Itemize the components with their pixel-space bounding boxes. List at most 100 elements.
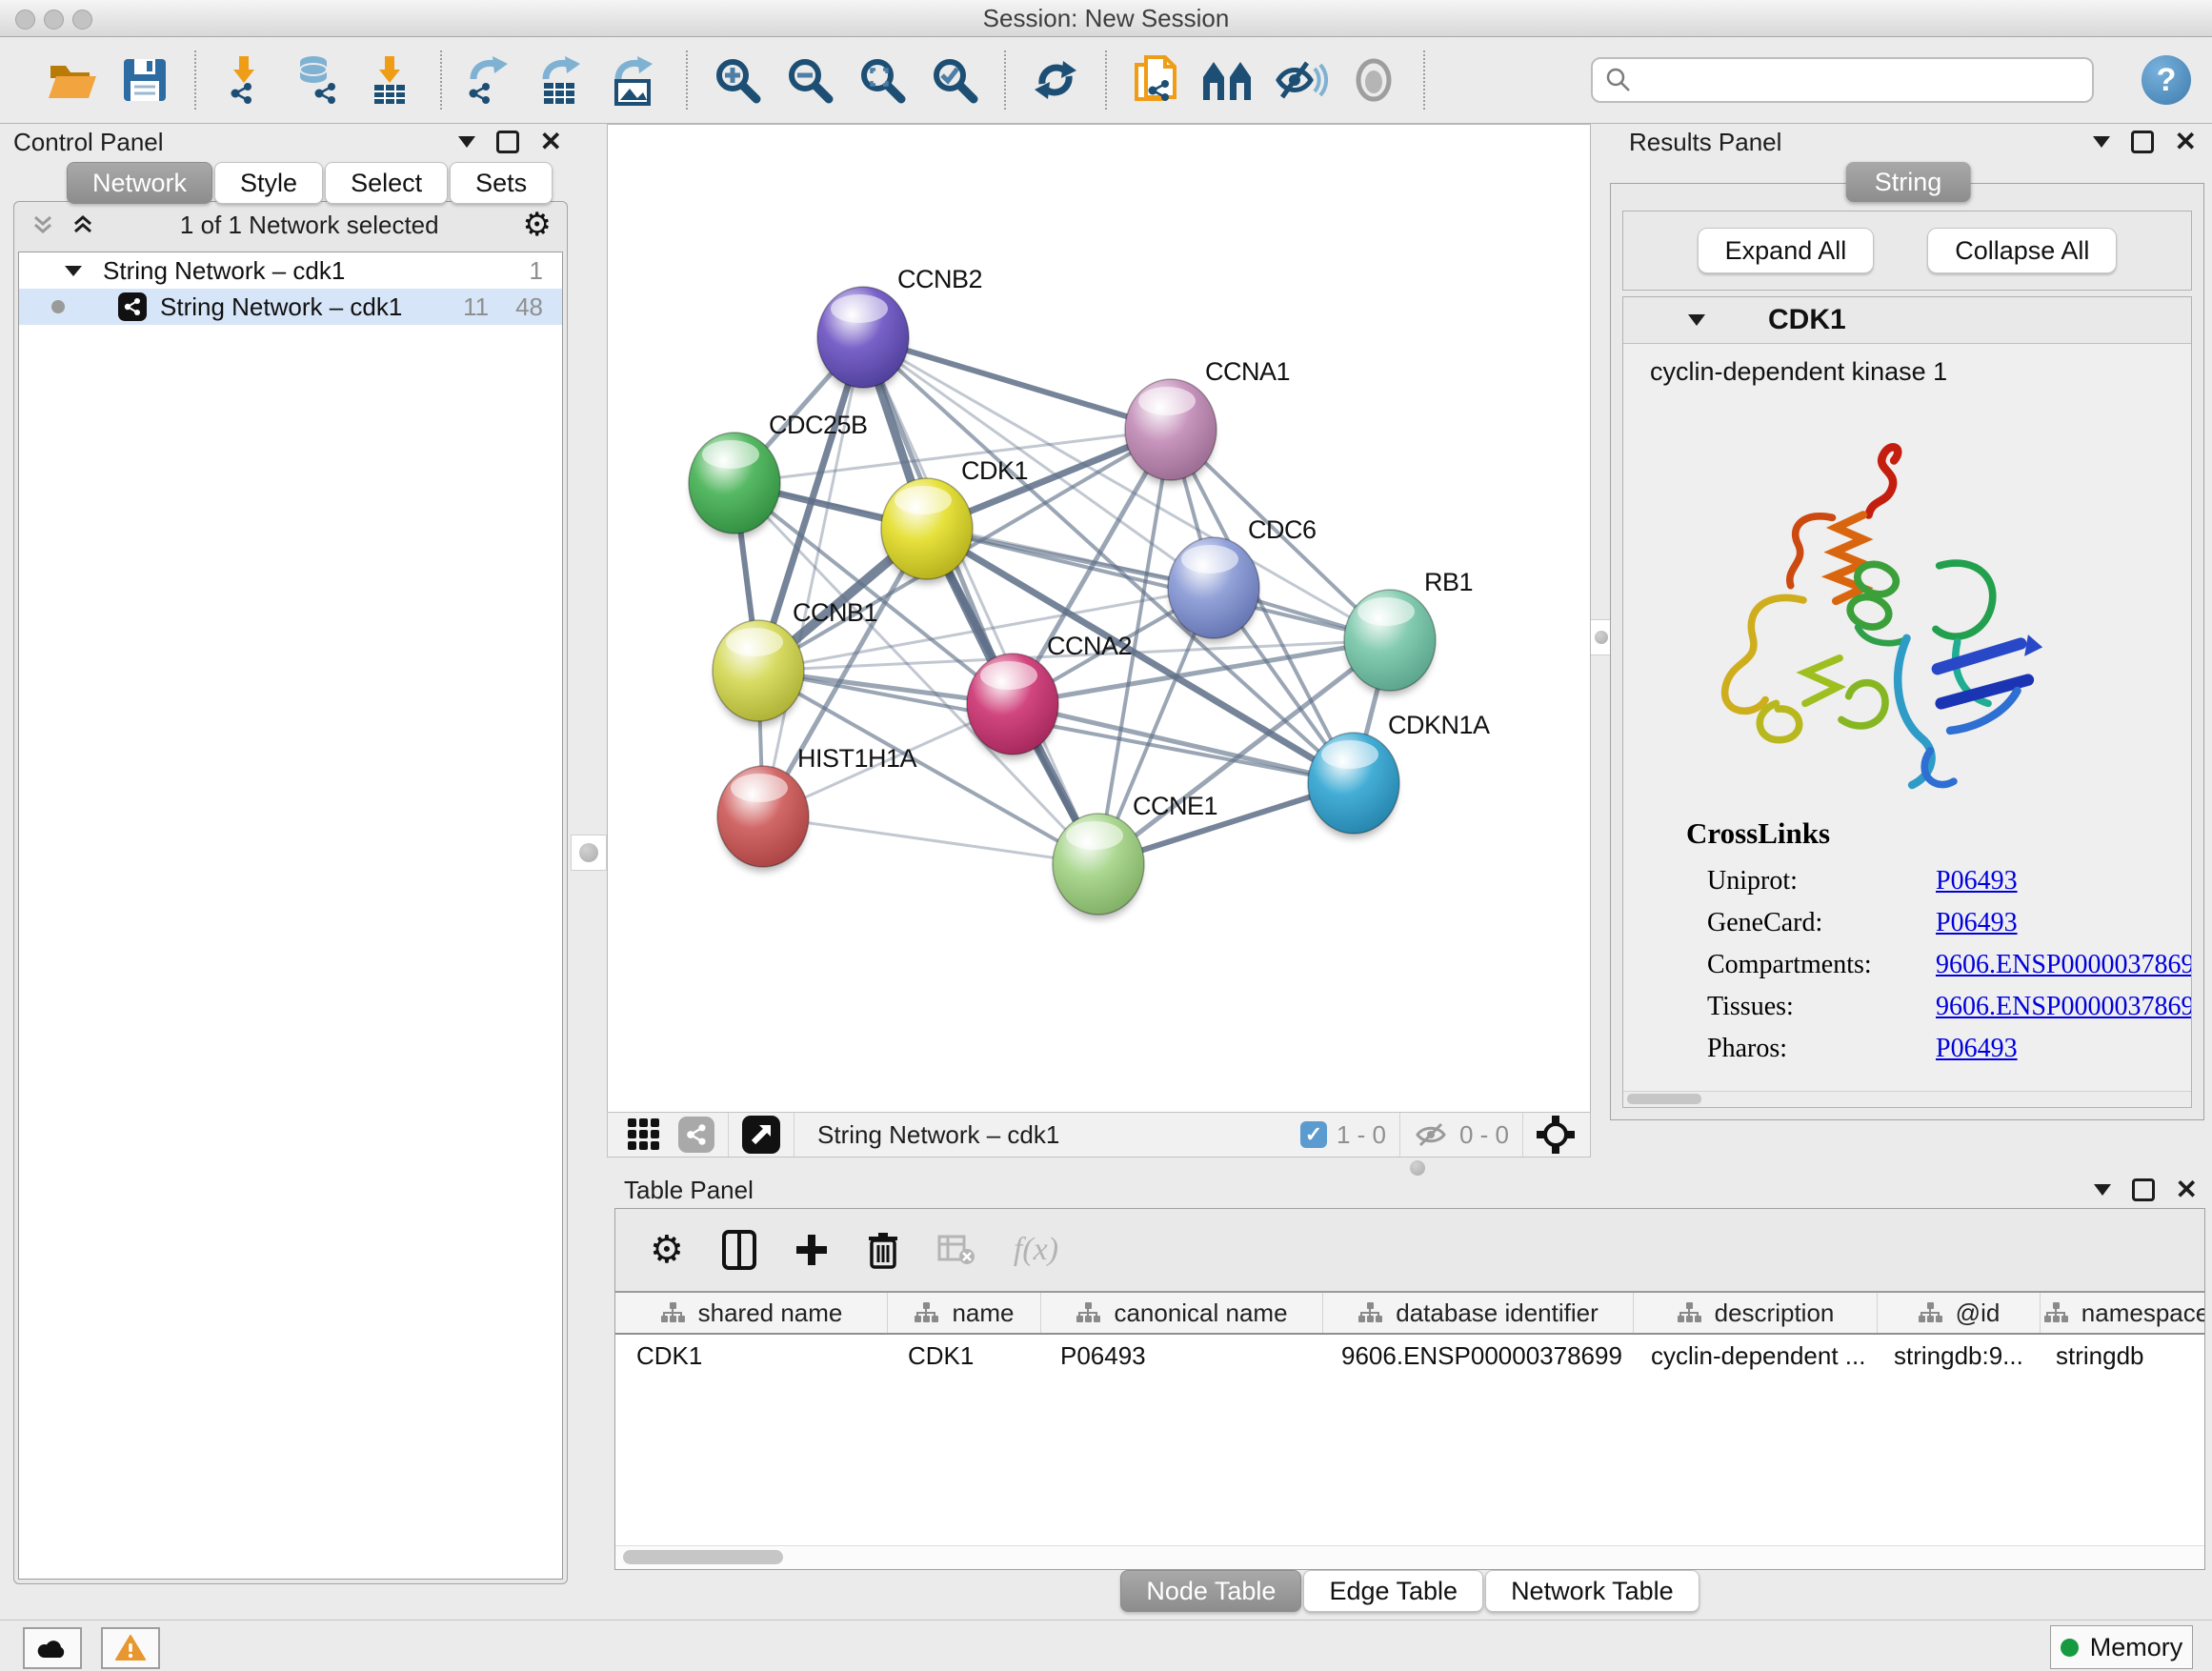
search-box[interactable]: [1591, 57, 2094, 103]
panel-close-icon[interactable]: ✕: [540, 129, 562, 155]
expand-all-button[interactable]: Expand All: [1698, 228, 1875, 273]
edge-CCNB2-CCNA1[interactable]: [863, 337, 1171, 430]
open-session-button[interactable]: [45, 52, 100, 108]
first-neighbors-button[interactable]: [1201, 52, 1257, 108]
memory-button[interactable]: Memory: [2050, 1625, 2193, 1669]
genecard-link[interactable]: P06493: [1936, 908, 2018, 938]
zoom-fit-content-button[interactable]: [855, 52, 910, 108]
node-CDKN1A[interactable]: CDKN1A: [1308, 711, 1490, 838]
duplicate-network-button[interactable]: [1129, 52, 1184, 108]
sort-icon: [660, 1301, 685, 1324]
cell[interactable]: cyclin-dependent ...: [1630, 1335, 1873, 1377]
import-network-from-file-button[interactable]: [218, 52, 273, 108]
grid-view-icon[interactable]: [627, 1117, 661, 1152]
edge-CCNE1-HIST1H1A[interactable]: [763, 816, 1098, 864]
column-header-database-identifier[interactable]: database identifier: [1323, 1293, 1634, 1333]
collapse-all-networks-icon[interactable]: [30, 211, 56, 238]
help-button[interactable]: ?: [2142, 55, 2191, 105]
string-view-icon[interactable]: [678, 1117, 714, 1153]
tab-sets[interactable]: Sets: [450, 162, 553, 204]
node-label-CDC25B: CDC25B: [769, 411, 868, 439]
protein-section-header[interactable]: CDK1: [1623, 297, 2191, 344]
results-float-icon[interactable]: [2131, 131, 2154, 153]
cell[interactable]: 9606.ENSP00000378699: [1320, 1335, 1630, 1377]
tab-edge-table[interactable]: Edge Table: [1303, 1570, 1483, 1612]
network-collection-row[interactable]: String Network – cdk1 1: [19, 252, 562, 289]
birdseye-view-icon[interactable]: [742, 1116, 780, 1154]
column-header-namespace[interactable]: namespace: [2041, 1293, 2204, 1333]
network-options-gear-icon[interactable]: ⚙: [523, 209, 552, 241]
column-header--id[interactable]: @id: [1878, 1293, 2041, 1333]
delete-column-trash-icon[interactable]: [867, 1231, 899, 1269]
cell[interactable]: stringdb: [2035, 1335, 2204, 1377]
node-CDK1[interactable]: CDK1: [881, 456, 1028, 584]
cell[interactable]: CDK1: [615, 1335, 887, 1377]
column-header-name[interactable]: name: [888, 1293, 1041, 1333]
tab-network-table[interactable]: Network Table: [1485, 1570, 1699, 1612]
table-close-icon[interactable]: ✕: [2176, 1177, 2198, 1203]
add-column-icon[interactable]: [794, 1233, 829, 1267]
table-options-gear-icon[interactable]: ⚙: [650, 1231, 684, 1269]
show-hidden-button[interactable]: [1346, 52, 1401, 108]
export-network-button[interactable]: [464, 52, 519, 108]
left-splitter-handle[interactable]: [571, 835, 607, 871]
column-header-description[interactable]: description: [1634, 1293, 1878, 1333]
main-toolbar: ?: [0, 37, 2212, 124]
export-table-button[interactable]: [536, 52, 592, 108]
node-HIST1H1A[interactable]: HIST1H1A: [717, 744, 917, 872]
pharos-link[interactable]: P06493: [1936, 1034, 2018, 1064]
hide-selected-button[interactable]: [1274, 52, 1329, 108]
node-CDC6[interactable]: CDC6: [1168, 515, 1317, 643]
edge-CDK1-RB1[interactable]: [927, 529, 1390, 640]
edge-CCNA2-CDKN1A[interactable]: [1013, 704, 1354, 783]
network-canvas[interactable]: CCNB2CCNA1CDC25BCDK1CDC6RB1CCNB1CCNA2CDK…: [607, 124, 1591, 1113]
refresh-layout-button[interactable]: [1028, 52, 1083, 108]
table-menu-icon[interactable]: [2094, 1184, 2111, 1196]
save-session-button[interactable]: [117, 52, 172, 108]
collapse-protein-icon[interactable]: [1688, 314, 1705, 326]
column-header-shared-name[interactable]: shared name: [615, 1293, 888, 1333]
selected-checkbox-icon[interactable]: ✓: [1300, 1121, 1327, 1148]
fit-selected-crosshair-icon[interactable]: [1537, 1116, 1575, 1154]
tab-network[interactable]: Network: [67, 162, 212, 204]
tab-select[interactable]: Select: [325, 162, 448, 204]
results-scrollbar[interactable]: [1623, 1091, 2191, 1107]
tab-style[interactable]: Style: [214, 162, 323, 204]
cell[interactable]: CDK1: [887, 1335, 1039, 1377]
export-image-button[interactable]: [609, 52, 664, 108]
zoom-in-button[interactable]: [710, 52, 765, 108]
results-close-icon[interactable]: ✕: [2175, 129, 2197, 155]
import-table-from-file-button[interactable]: [363, 52, 418, 108]
table-float-icon[interactable]: [2132, 1178, 2155, 1201]
import-network-from-database-button[interactable]: [291, 52, 346, 108]
network-row-selected[interactable]: String Network – cdk1 11 48: [19, 289, 562, 325]
table-row[interactable]: CDK1CDK1P064939606.ENSP00000378699cyclin…: [615, 1335, 2204, 1377]
cell[interactable]: P06493: [1039, 1335, 1320, 1377]
edge-CCNB2-CCNE1[interactable]: [863, 337, 1098, 864]
table-header-row: shared namenamecanonical namedatabase id…: [615, 1293, 2204, 1335]
node-CCNB2[interactable]: CCNB2: [817, 265, 982, 393]
compartments-link[interactable]: 9606.ENSP00000378699: [1936, 950, 2191, 980]
column-header-canonical-name[interactable]: canonical name: [1041, 1293, 1323, 1333]
warnings-button[interactable]: [101, 1627, 160, 1669]
toolbar-separator: [686, 50, 688, 110]
expand-all-networks-icon[interactable]: [70, 211, 96, 238]
search-input[interactable]: [1633, 65, 2081, 96]
tissues-link[interactable]: 9606.ENSP00000378699: [1936, 992, 2191, 1022]
tab-string[interactable]: String: [1846, 162, 1971, 202]
cell[interactable]: stringdb:9...: [1873, 1335, 2035, 1377]
panel-menu-icon[interactable]: [458, 136, 475, 148]
zoom-selected-region-button[interactable]: [927, 52, 982, 108]
uniprot-link[interactable]: P06493: [1936, 866, 2018, 896]
tab-node-table[interactable]: Node Table: [1120, 1570, 1301, 1612]
zoom-out-button[interactable]: [782, 52, 837, 108]
results-menu-icon[interactable]: [2093, 136, 2110, 148]
table-scrollbar[interactable]: [615, 1545, 2204, 1569]
show-columns-icon[interactable]: [722, 1230, 756, 1270]
node-RB1[interactable]: RB1: [1344, 568, 1473, 695]
cloud-button[interactable]: [23, 1627, 82, 1669]
node-table[interactable]: shared namenamecanonical namedatabase id…: [615, 1293, 2204, 1546]
panel-float-icon[interactable]: [496, 131, 519, 153]
node-CCNE1[interactable]: CCNE1: [1053, 792, 1217, 919]
collapse-all-button[interactable]: Collapse All: [1927, 228, 2117, 273]
